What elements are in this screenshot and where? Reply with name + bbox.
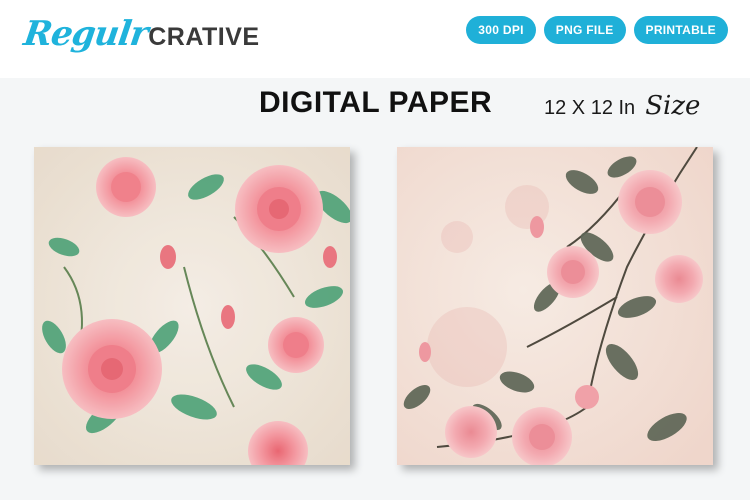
product-title: DIGITAL PAPER xyxy=(259,86,493,119)
feature-badges: 300 DPI PNG FILE PRINTABLE xyxy=(466,16,728,44)
brand-logo[interactable]: Regulr CRATIVE xyxy=(21,14,260,58)
badge-printable: PRINTABLE xyxy=(633,16,728,44)
badge-dpi: 300 DPI xyxy=(466,16,536,44)
size-label: 12 X 12 In Size xyxy=(544,91,700,121)
size-word: Size xyxy=(645,91,701,121)
logo-script-text: Regulr xyxy=(21,14,151,54)
size-dimensions: 12 X 12 In xyxy=(544,97,636,119)
preview-image-vintage-roses[interactable] xyxy=(397,147,713,465)
preview-image-roses[interactable] xyxy=(34,147,350,465)
logo-block-text: CRATIVE xyxy=(148,23,260,51)
vintage-rose-illustration xyxy=(397,147,713,465)
rose-pattern-illustration xyxy=(34,147,350,465)
badge-file-type: PNG FILE xyxy=(543,16,626,44)
